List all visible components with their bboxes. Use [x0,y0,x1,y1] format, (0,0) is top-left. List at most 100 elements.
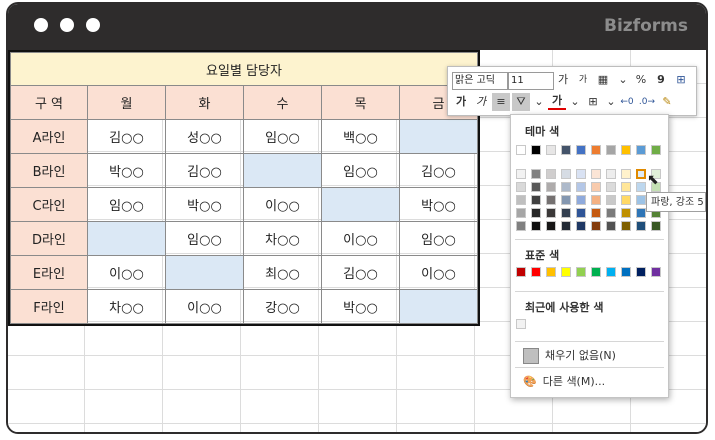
assignee-cell[interactable]: 이○○ [243,187,322,222]
assignee-cell[interactable]: 임○○ [243,119,322,154]
theme-color-swatch[interactable] [531,145,541,155]
theme-shade-swatch[interactable] [576,208,586,218]
grow-font-button[interactable]: 가 [554,71,572,89]
theme-shade-swatch[interactable] [576,195,586,205]
assignee-cell[interactable] [165,255,244,290]
theme-shade-swatch[interactable] [561,182,571,192]
theme-shade-swatch[interactable] [606,195,616,205]
assignee-cell[interactable]: 김○○ [399,153,478,188]
shrink-font-button[interactable]: 가 [574,71,592,89]
zone-cell[interactable]: E라인 [10,255,88,290]
standard-color-swatch[interactable] [606,267,616,277]
merge-cells-icon[interactable]: ⊞ [672,71,690,89]
assignee-cell[interactable] [87,221,166,256]
theme-shade-swatch[interactable] [621,195,631,205]
assignee-cell[interactable]: 백○○ [321,119,400,154]
theme-shade-swatch[interactable] [621,169,631,179]
theme-color-swatch[interactable] [651,145,661,155]
assignee-cell[interactable] [321,187,400,222]
standard-color-swatch[interactable] [591,267,601,277]
window-minimize-dot[interactable] [60,18,74,32]
theme-shade-swatch[interactable] [546,221,556,231]
standard-color-swatch[interactable] [546,267,556,277]
assignee-cell[interactable]: 임○○ [321,153,400,188]
theme-shade-swatch[interactable] [531,169,541,179]
assignee-cell[interactable]: 임○○ [87,187,166,222]
assignee-cell[interactable] [399,289,478,324]
assignee-cell[interactable]: 박○○ [399,187,478,222]
accounting-format-icon[interactable]: ▦ [594,71,612,89]
recent-color-swatch[interactable] [516,319,526,329]
theme-shade-swatch[interactable] [576,182,586,192]
borders-icon[interactable]: ⊞ [584,93,602,111]
align-center-icon[interactable]: ≡ [492,93,510,111]
zone-cell[interactable]: A라인 [10,119,88,154]
zone-cell[interactable]: F라인 [10,289,88,324]
theme-shade-swatch[interactable] [561,195,571,205]
theme-shade-swatch[interactable] [636,169,646,179]
assignee-cell[interactable]: 이○○ [165,289,244,324]
header-day[interactable]: 수 [243,85,322,120]
font-name-box[interactable]: 맑은 고딕 [452,72,508,90]
theme-shade-swatch[interactable] [591,182,601,192]
window-maximize-dot[interactable] [86,18,100,32]
assignee-cell[interactable]: 김○○ [321,255,400,290]
theme-shade-swatch[interactable] [621,182,631,192]
standard-color-swatch[interactable] [576,267,586,277]
assignee-cell[interactable]: 박○○ [87,153,166,188]
assignee-cell[interactable]: 이○○ [321,221,400,256]
zone-cell[interactable]: C라인 [10,187,88,222]
assignee-cell[interactable] [399,119,478,154]
theme-shade-swatch[interactable] [531,195,541,205]
increase-decimal-icon[interactable]: ←0 [618,93,636,111]
header-day[interactable]: 화 [165,85,244,120]
standard-color-swatch[interactable] [561,267,571,277]
theme-shade-swatch[interactable] [546,208,556,218]
comma-style-button[interactable]: 9 [652,71,670,89]
header-zone[interactable]: 구 역 [10,85,88,120]
chevron-down-icon[interactable]: ⌄ [614,71,632,89]
theme-color-swatch[interactable] [516,145,526,155]
theme-shade-swatch[interactable] [591,195,601,205]
theme-color-swatch[interactable] [636,145,646,155]
italic-button[interactable]: 가 [472,93,490,111]
zone-cell[interactable]: B라인 [10,153,88,188]
bold-button[interactable]: 가 [452,93,470,111]
theme-shade-swatch[interactable] [621,208,631,218]
assignee-cell[interactable]: 김○○ [87,119,166,154]
theme-shade-swatch[interactable] [531,221,541,231]
theme-shade-swatch[interactable] [606,182,616,192]
theme-color-swatch[interactable] [546,145,556,155]
fill-color-icon[interactable]: ⛛ [512,93,530,111]
header-day[interactable]: 목 [321,85,400,120]
theme-shade-swatch[interactable] [561,221,571,231]
theme-shade-swatch[interactable] [636,195,646,205]
theme-shade-swatch[interactable] [516,195,526,205]
theme-shade-swatch[interactable] [636,182,646,192]
theme-shade-swatch[interactable] [606,169,616,179]
theme-shade-swatch[interactable] [531,208,541,218]
standard-color-swatch[interactable] [636,267,646,277]
zone-cell[interactable]: D라인 [10,221,88,256]
font-size-box[interactable]: 11 [508,72,554,90]
theme-color-swatch[interactable] [621,145,631,155]
theme-shade-swatch[interactable] [591,221,601,231]
assignee-cell[interactable]: 박○○ [165,187,244,222]
theme-shade-swatch[interactable] [576,169,586,179]
standard-color-swatch[interactable] [516,267,526,277]
theme-shade-swatch[interactable] [546,169,556,179]
theme-shade-swatch[interactable] [531,182,541,192]
format-painter-icon[interactable]: ✎ [658,93,676,111]
assignee-cell[interactable]: 성○○ [165,119,244,154]
theme-shade-swatch[interactable] [636,208,646,218]
theme-shade-swatch[interactable] [546,182,556,192]
standard-color-swatch[interactable] [531,267,541,277]
theme-shade-swatch[interactable] [561,208,571,218]
theme-shade-swatch[interactable] [546,195,556,205]
sheet-title[interactable]: 요일별 담당자 [10,52,478,86]
theme-shade-swatch[interactable] [591,169,601,179]
assignee-cell[interactable]: 박○○ [321,289,400,324]
decrease-decimal-icon[interactable]: .0→ [638,93,656,111]
assignee-cell[interactable]: 임○○ [165,221,244,256]
assignee-cell[interactable]: 차○○ [243,221,322,256]
